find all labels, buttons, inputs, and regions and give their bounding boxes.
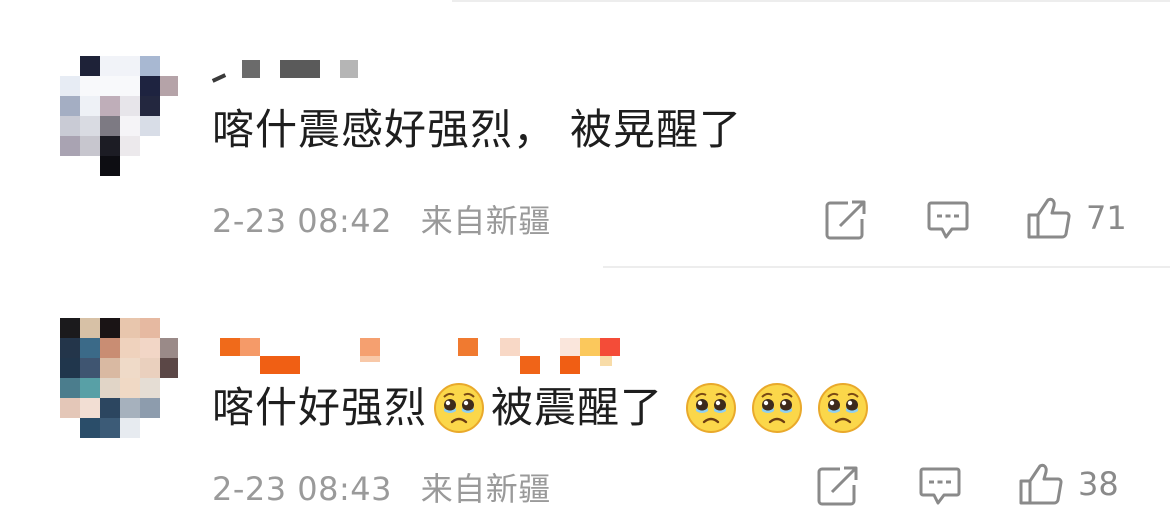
comment-text-part: 喀什好强烈 xyxy=(212,383,428,432)
username-redacted[interactable] xyxy=(211,54,632,90)
comment-text: 喀什好强烈 被震醒了 xyxy=(212,382,875,434)
pleading-face-emoji xyxy=(685,382,737,434)
comment-button[interactable] xyxy=(926,198,970,242)
pleading-face-emoji xyxy=(433,382,485,434)
pleading-face-emoji xyxy=(817,382,869,434)
repost-button[interactable] xyxy=(824,198,868,242)
location-source: 来自新疆 xyxy=(420,202,551,240)
comment-meta: 2-23 08:43 来自新疆 xyxy=(212,464,551,510)
comment-icon xyxy=(918,465,962,507)
username-redacted[interactable] xyxy=(212,330,632,374)
comment-text-part: 被晃醒了 xyxy=(570,105,743,154)
avatar[interactable] xyxy=(60,36,180,176)
like-button[interactable]: 38 xyxy=(1018,462,1119,506)
thumbs-up-icon xyxy=(1018,462,1064,506)
comment-button[interactable] xyxy=(918,464,962,508)
timestamp: 2-23 08:42 xyxy=(212,202,393,240)
comment-item: 喀什震感好强烈， 被晃醒了 2-23 08:42 来自新疆 71 xyxy=(0,36,1170,266)
comment-icon xyxy=(926,199,970,241)
top-divider xyxy=(452,0,1170,2)
comment-text-part: 喀什震感好强烈， xyxy=(212,105,557,154)
avatar[interactable] xyxy=(60,312,180,452)
like-count: 71 xyxy=(1086,199,1127,237)
comment-divider xyxy=(603,266,1170,268)
timestamp: 2-23 08:43 xyxy=(212,470,393,508)
repost-button[interactable] xyxy=(816,464,860,508)
location-source: 来自新疆 xyxy=(420,470,551,508)
comment-text-part: 被震醒了 xyxy=(491,383,664,432)
comment-text: 喀什震感好强烈， 被晃醒了 xyxy=(212,106,742,154)
comment-meta: 2-23 08:42 来自新疆 xyxy=(212,196,551,242)
like-count: 38 xyxy=(1078,465,1119,503)
comment-item: 喀什好强烈 被震醒了 2-23 08:43 来自新疆 38 xyxy=(0,312,1170,527)
like-button[interactable]: 71 xyxy=(1026,196,1127,240)
repost-icon xyxy=(824,199,868,241)
thumbs-up-icon xyxy=(1026,196,1072,240)
repost-icon xyxy=(816,465,860,507)
pleading-face-emoji xyxy=(751,382,803,434)
